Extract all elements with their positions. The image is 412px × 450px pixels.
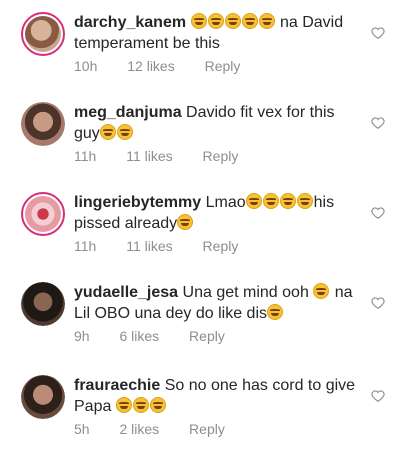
laughing-emoji-icon	[245, 193, 262, 209]
reply-button[interactable]: Reply	[203, 148, 239, 164]
avatar[interactable]	[21, 192, 65, 236]
heart-icon[interactable]	[371, 389, 385, 403]
timestamp: 5h	[74, 421, 90, 437]
heart-icon[interactable]	[371, 116, 385, 130]
comment-text-part: Una get mind ooh	[182, 284, 314, 301]
avatar-image	[25, 16, 61, 52]
reply-button[interactable]: Reply	[203, 238, 239, 254]
laughing-emoji-icon	[241, 13, 258, 29]
emoji-group	[115, 397, 167, 415]
comment-text: frauraechie So no one has cord to give P…	[74, 375, 364, 417]
laughing-emoji-icon	[279, 193, 296, 209]
username[interactable]: frauraechie	[74, 377, 160, 394]
avatar[interactable]	[21, 375, 65, 419]
like-count[interactable]: 6 likes	[119, 328, 159, 344]
laughing-emoji-icon	[258, 13, 275, 29]
laughing-emoji-icon	[313, 283, 330, 299]
emoji-group	[99, 124, 134, 142]
laughing-emoji-icon	[207, 13, 224, 29]
comment-item: yudaelle_jesa Una get mind ooh na Lil OB…	[0, 270, 412, 360]
avatar-image	[25, 196, 61, 232]
avatar[interactable]	[21, 12, 65, 56]
avatar-image	[21, 282, 65, 326]
reply-button[interactable]: Reply	[189, 421, 225, 437]
timestamp: 10h	[74, 58, 98, 74]
username[interactable]: yudaelle_jesa	[74, 284, 178, 301]
reply-button[interactable]: Reply	[205, 58, 241, 74]
comment-meta: 11h 11 likes Reply	[74, 238, 264, 254]
avatar-image	[21, 102, 65, 146]
heart-icon[interactable]	[371, 26, 385, 40]
laughing-emoji-icon	[116, 124, 133, 140]
like-count[interactable]: 12 likes	[127, 58, 174, 74]
username[interactable]: lingeriebytemmy	[74, 194, 201, 211]
like-count[interactable]: 11 likes	[126, 148, 172, 164]
heart-icon[interactable]	[371, 206, 385, 220]
laughing-emoji-icon	[149, 397, 166, 413]
comment-meta: 9h 6 likes Reply	[74, 328, 251, 344]
comment-item: lingeriebytemmy Lmao his pissed already 1…	[0, 180, 412, 270]
username[interactable]: meg_danjuma	[74, 104, 182, 121]
laughing-emoji-icon	[267, 304, 283, 320]
comment-item: frauraechie So no one has cord to give P…	[0, 360, 412, 450]
avatar-image	[21, 375, 65, 419]
timestamp: 11h	[74, 238, 97, 254]
laughing-emoji-icon	[224, 13, 241, 29]
reply-button[interactable]: Reply	[189, 328, 225, 344]
comment-meta: 5h 2 likes Reply	[74, 421, 251, 437]
emoji-group	[190, 13, 276, 31]
laughing-emoji-icon	[99, 124, 116, 140]
timestamp: 9h	[74, 328, 90, 344]
rofl-emoji-icon	[177, 214, 194, 230]
laughing-emoji-icon	[190, 13, 207, 29]
comment-meta: 11h 11 likes Reply	[74, 148, 264, 164]
comment-text: meg_danjuma Davido fit vex for this guy	[74, 102, 364, 144]
comment-item: meg_danjuma Davido fit vex for this guy …	[0, 90, 412, 180]
heart-icon[interactable]	[371, 296, 385, 310]
comment-text: yudaelle_jesa Una get mind ooh na Lil OB…	[74, 282, 364, 324]
comment-text: lingeriebytemmy Lmao his pissed already	[74, 192, 364, 234]
laughing-emoji-icon	[132, 397, 149, 413]
comment-item: darchy_kanem na David temperament be thi…	[0, 0, 412, 90]
username[interactable]: darchy_kanem	[74, 14, 186, 31]
avatar[interactable]	[21, 282, 65, 326]
like-count[interactable]: 11 likes	[126, 238, 172, 254]
comment-meta: 10h 12 likes Reply	[74, 58, 266, 74]
avatar[interactable]	[21, 102, 65, 146]
laughing-emoji-icon	[115, 397, 132, 413]
comment-text-part: Lmao	[205, 194, 246, 211]
emoji-group	[245, 193, 314, 211]
timestamp: 11h	[74, 148, 97, 164]
laughing-emoji-icon	[262, 193, 279, 209]
laughing-emoji-icon	[296, 193, 313, 209]
emoji-group	[313, 283, 330, 301]
like-count[interactable]: 2 likes	[119, 421, 159, 437]
comment-text: darchy_kanem na David temperament be thi…	[74, 12, 364, 54]
